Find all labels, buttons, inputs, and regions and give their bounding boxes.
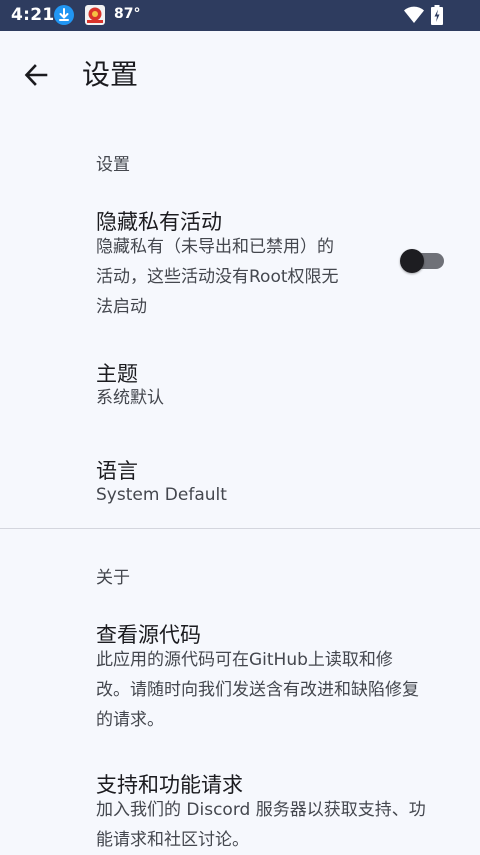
status-temperature: 87° [114, 6, 141, 22]
app-bar: 设置 [0, 31, 480, 117]
support-description: 加入我们的 Discord 服务器以获取支持、功 能请求和社区讨论。 [96, 795, 426, 855]
description-line: 此应用的源代码可在GitHub上读取和修 [96, 650, 393, 670]
theme-item[interactable]: 主题 系统默认 [0, 350, 480, 420]
section-header-settings: 设置 [96, 155, 130, 175]
switch-thumb [400, 249, 424, 273]
wifi-icon [404, 6, 424, 24]
description-line: 能请求和社区讨论。 [96, 830, 249, 850]
status-time: 4:21 [11, 5, 55, 25]
hide-private-activities-description: 隐藏私有（未导出和已禁用）的 活动，这些活动没有Root权限无 法启动 [96, 232, 339, 322]
support-item[interactable]: 支持和功能请求 加入我们的 Discord 服务器以获取支持、功 能请求和社区讨… [0, 763, 480, 852]
view-source-description: 此应用的源代码可在GitHub上读取和修 改。请随时向我们发送含有改进和缺陷修复… [96, 645, 419, 735]
description-line: 的请求。 [96, 710, 164, 730]
hide-private-activities-switch[interactable] [400, 249, 444, 273]
description-line: 法启动 [96, 297, 147, 317]
arrow-back-icon[interactable] [22, 61, 50, 89]
battery-charging-icon [431, 5, 443, 25]
view-source-item[interactable]: 查看源代码 此应用的源代码可在GitHub上读取和修 改。请随时向我们发送含有改… [0, 613, 480, 733]
description-line: 加入我们的 Discord 服务器以获取支持、功 [96, 800, 426, 820]
description-line: 活动，这些活动没有Root权限无 [96, 267, 339, 287]
description-line: 改。请随时向我们发送含有改进和缺陷修复 [96, 680, 419, 700]
page-title: 设置 [82, 58, 139, 91]
status-bar: 4:21 87° [0, 0, 480, 31]
theme-value: 系统默认 [96, 388, 164, 408]
app-notification-icon [85, 5, 105, 25]
language-value: System Default [96, 485, 227, 505]
section-header-about: 关于 [96, 568, 130, 588]
section-divider [0, 528, 480, 529]
language-item[interactable]: 语言 System Default [0, 447, 480, 517]
description-line: 隐藏私有（未导出和已禁用）的 [96, 237, 334, 257]
download-icon [54, 5, 74, 25]
